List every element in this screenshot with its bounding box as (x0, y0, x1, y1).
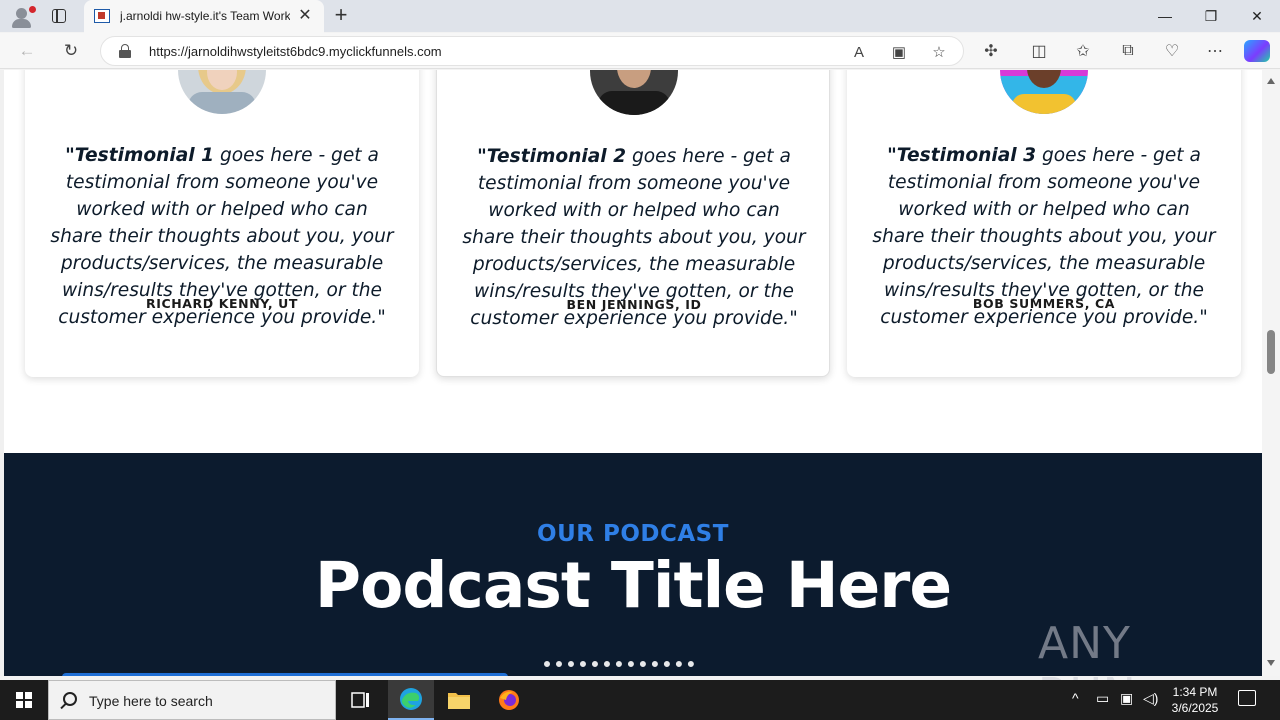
immersive-reader-icon[interactable]: ▣ (887, 41, 911, 63)
read-aloud-icon[interactable]: A (847, 41, 871, 63)
windows-taskbar: Type here to search ^ ▭ ▣ ◁) 1:34 PM 3/6… (0, 680, 1280, 720)
lock-icon[interactable] (119, 44, 131, 58)
testimonial-avatar-3 (1000, 70, 1088, 114)
favorites-icon[interactable]: ✩ (1070, 40, 1096, 62)
search-icon (63, 692, 77, 706)
close-tab-icon[interactable]: ✕ (296, 7, 314, 25)
testimonial-card-3: "Testimonial 3 goes here - get a testimo… (847, 70, 1241, 377)
extensions-icon[interactable]: ✣ (978, 40, 1004, 62)
podcast-kicker: OUR PODCAST (537, 521, 729, 547)
taskbar-search-box[interactable]: Type here to search (48, 680, 336, 720)
firefox-icon[interactable] (486, 680, 532, 720)
clock-date: 3/6/2025 (1171, 701, 1219, 715)
testimonial-author-2: BEN JENNINGS, ID (566, 297, 702, 312)
testimonial-quote-lead-2: "Testimonial 2 (477, 146, 627, 167)
copilot-icon[interactable] (1244, 40, 1270, 62)
url-host: jarnoldihwstyleitst6bdc9.myclickfunnels.… (188, 44, 442, 59)
split-screen-icon[interactable]: ◫ (1026, 40, 1052, 62)
podcast-subtitle-partial (544, 647, 704, 676)
testimonial-card-2: "Testimonial 2 goes here - get a testimo… (436, 70, 830, 377)
favorite-star-icon[interactable]: ☆ (927, 41, 951, 63)
windows-logo-icon (16, 692, 32, 708)
anyrun-watermark: ANY RUN (1038, 610, 1238, 720)
new-tab-icon[interactable]: + (330, 4, 352, 27)
settings-more-icon[interactable]: ⋯ (1202, 40, 1228, 62)
back-icon[interactable]: ← (14, 39, 40, 63)
url-prefix: https:// (149, 44, 189, 59)
search-placeholder: Type here to search (89, 693, 213, 709)
testimonial-avatar-2 (590, 70, 678, 115)
volume-icon[interactable]: ◁) (1143, 690, 1158, 707)
site-favicon-icon (94, 9, 110, 23)
testimonial-quote-lead-3: "Testimonial 3 (887, 145, 1037, 166)
scroll-up-icon[interactable] (1267, 78, 1275, 84)
podcast-player-bar[interactable] (62, 673, 508, 676)
page-viewport: "Testimonial 1 goes here - get a testimo… (0, 70, 1262, 676)
file-explorer-icon[interactable] (436, 680, 482, 720)
task-view-icon[interactable] (338, 680, 384, 720)
page-scrollbar[interactable] (1262, 70, 1280, 676)
scrollbar-thumb[interactable] (1267, 330, 1275, 374)
address-bar[interactable]: https://jarnoldihwstyleitst6bdc9.myclick… (100, 36, 964, 66)
notifications-icon[interactable] (1238, 690, 1256, 706)
browser-tab-active[interactable]: j.arnoldi hw-style.it's Team Work ✕ (84, 0, 324, 33)
edge-taskbar-icon[interactable] (388, 680, 434, 720)
close-window-icon[interactable]: ✕ (1234, 0, 1280, 32)
network-icon[interactable]: ▣ (1120, 690, 1133, 707)
testimonial-quote-lead-1: "Testimonial 1 (65, 145, 215, 166)
testimonial-card-1: "Testimonial 1 goes here - get a testimo… (25, 70, 419, 377)
profile-icon[interactable] (8, 4, 36, 28)
collections-icon[interactable]: ⧉ (1115, 40, 1141, 62)
minimize-icon[interactable]: — (1142, 0, 1188, 32)
browser-essentials-icon[interactable]: ♡ (1159, 40, 1185, 62)
tab-actions-icon[interactable] (48, 6, 70, 26)
meet-now-icon[interactable]: ▭ (1096, 690, 1109, 707)
restore-icon[interactable]: ❐ (1188, 0, 1234, 32)
testimonial-author-1: RICHARD KENNY, UT (145, 296, 299, 311)
taskbar-clock[interactable]: 1:34 PM 3/6/2025 (1164, 684, 1226, 716)
start-button[interactable] (0, 680, 48, 720)
scroll-down-icon[interactable] (1267, 660, 1275, 666)
browser-toolbar: ← ↻ https://jarnoldihwstyleitst6bdc9.myc… (0, 33, 1280, 69)
tray-chevron-icon[interactable]: ^ (1072, 690, 1079, 706)
browser-title-bar: j.arnoldi hw-style.it's Team Work ✕ + — … (0, 0, 1280, 33)
clock-time: 1:34 PM (1172, 685, 1218, 699)
testimonial-avatar-1 (178, 70, 266, 114)
testimonial-author-3: BOB SUMMERS, CA (972, 296, 1116, 311)
tab-title: j.arnoldi hw-style.it's Team Work (120, 9, 290, 23)
refresh-icon[interactable]: ↻ (58, 39, 84, 63)
url-text[interactable]: https://jarnoldihwstyleitst6bdc9.myclick… (149, 44, 442, 59)
